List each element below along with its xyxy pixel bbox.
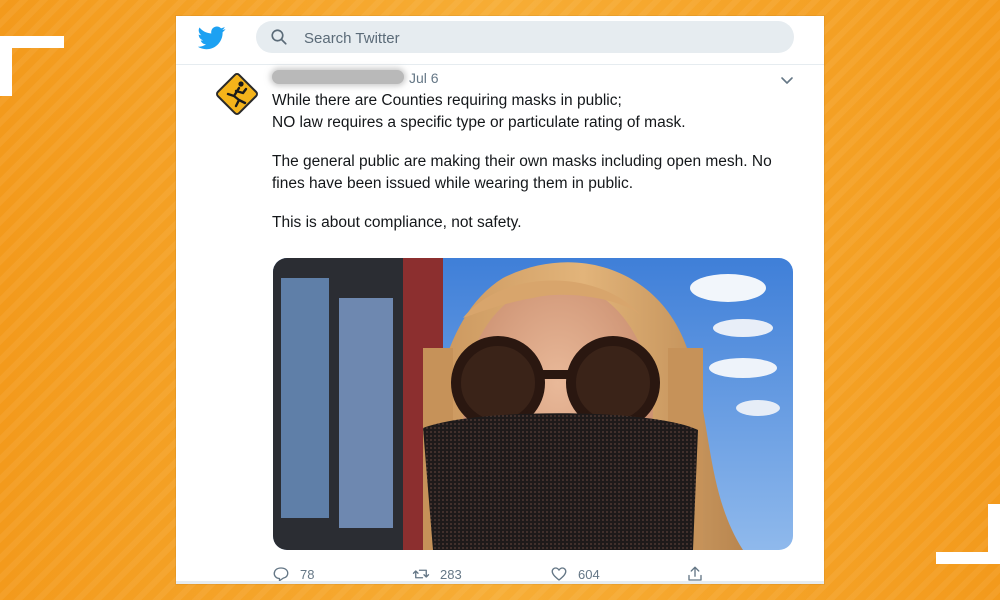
- author-name-redacted: [272, 70, 404, 84]
- reply-count: 78: [300, 566, 315, 582]
- tweet-divider: [176, 581, 824, 584]
- tweet-paragraph-3: This is about compliance, not safety.: [272, 212, 792, 234]
- retweet-count: 283: [440, 566, 462, 582]
- tweet-paragraph-2: The general public are making their own …: [272, 151, 792, 195]
- tweet[interactable]: Jul 6 While there are Counties requiring…: [176, 64, 824, 584]
- twitter-screenshot: Jul 6 While there are Counties requiring…: [176, 16, 824, 584]
- tweet-date[interactable]: Jul 6: [409, 70, 439, 86]
- search-icon: [271, 29, 287, 45]
- tweet-line: This is about compliance, not safety.: [272, 214, 522, 231]
- tweet-line: The general public are making their own …: [272, 153, 772, 170]
- tweet-photo[interactable]: [273, 258, 793, 550]
- twitter-bird-icon[interactable]: [198, 26, 226, 50]
- tweet-line: NO law requires a specific type or parti…: [272, 114, 686, 131]
- tweet-line: fines have been issued while wearing the…: [272, 175, 634, 192]
- tweet-text: While there are Counties requiring masks…: [272, 90, 792, 251]
- chevron-down-icon[interactable]: [780, 73, 794, 87]
- running-man-warning-sign-icon[interactable]: [212, 69, 262, 119]
- search-input[interactable]: [302, 21, 786, 55]
- search-bar[interactable]: [256, 21, 794, 55]
- twitter-topbar: [176, 16, 824, 65]
- tweet-paragraph-1: While there are Counties requiring masks…: [272, 90, 792, 134]
- like-count: 604: [578, 566, 600, 582]
- frame-corner-top-left: [0, 36, 64, 96]
- frame-corner-bottom-right: [936, 504, 1000, 564]
- tweet-line: While there are Counties requiring masks…: [272, 92, 622, 109]
